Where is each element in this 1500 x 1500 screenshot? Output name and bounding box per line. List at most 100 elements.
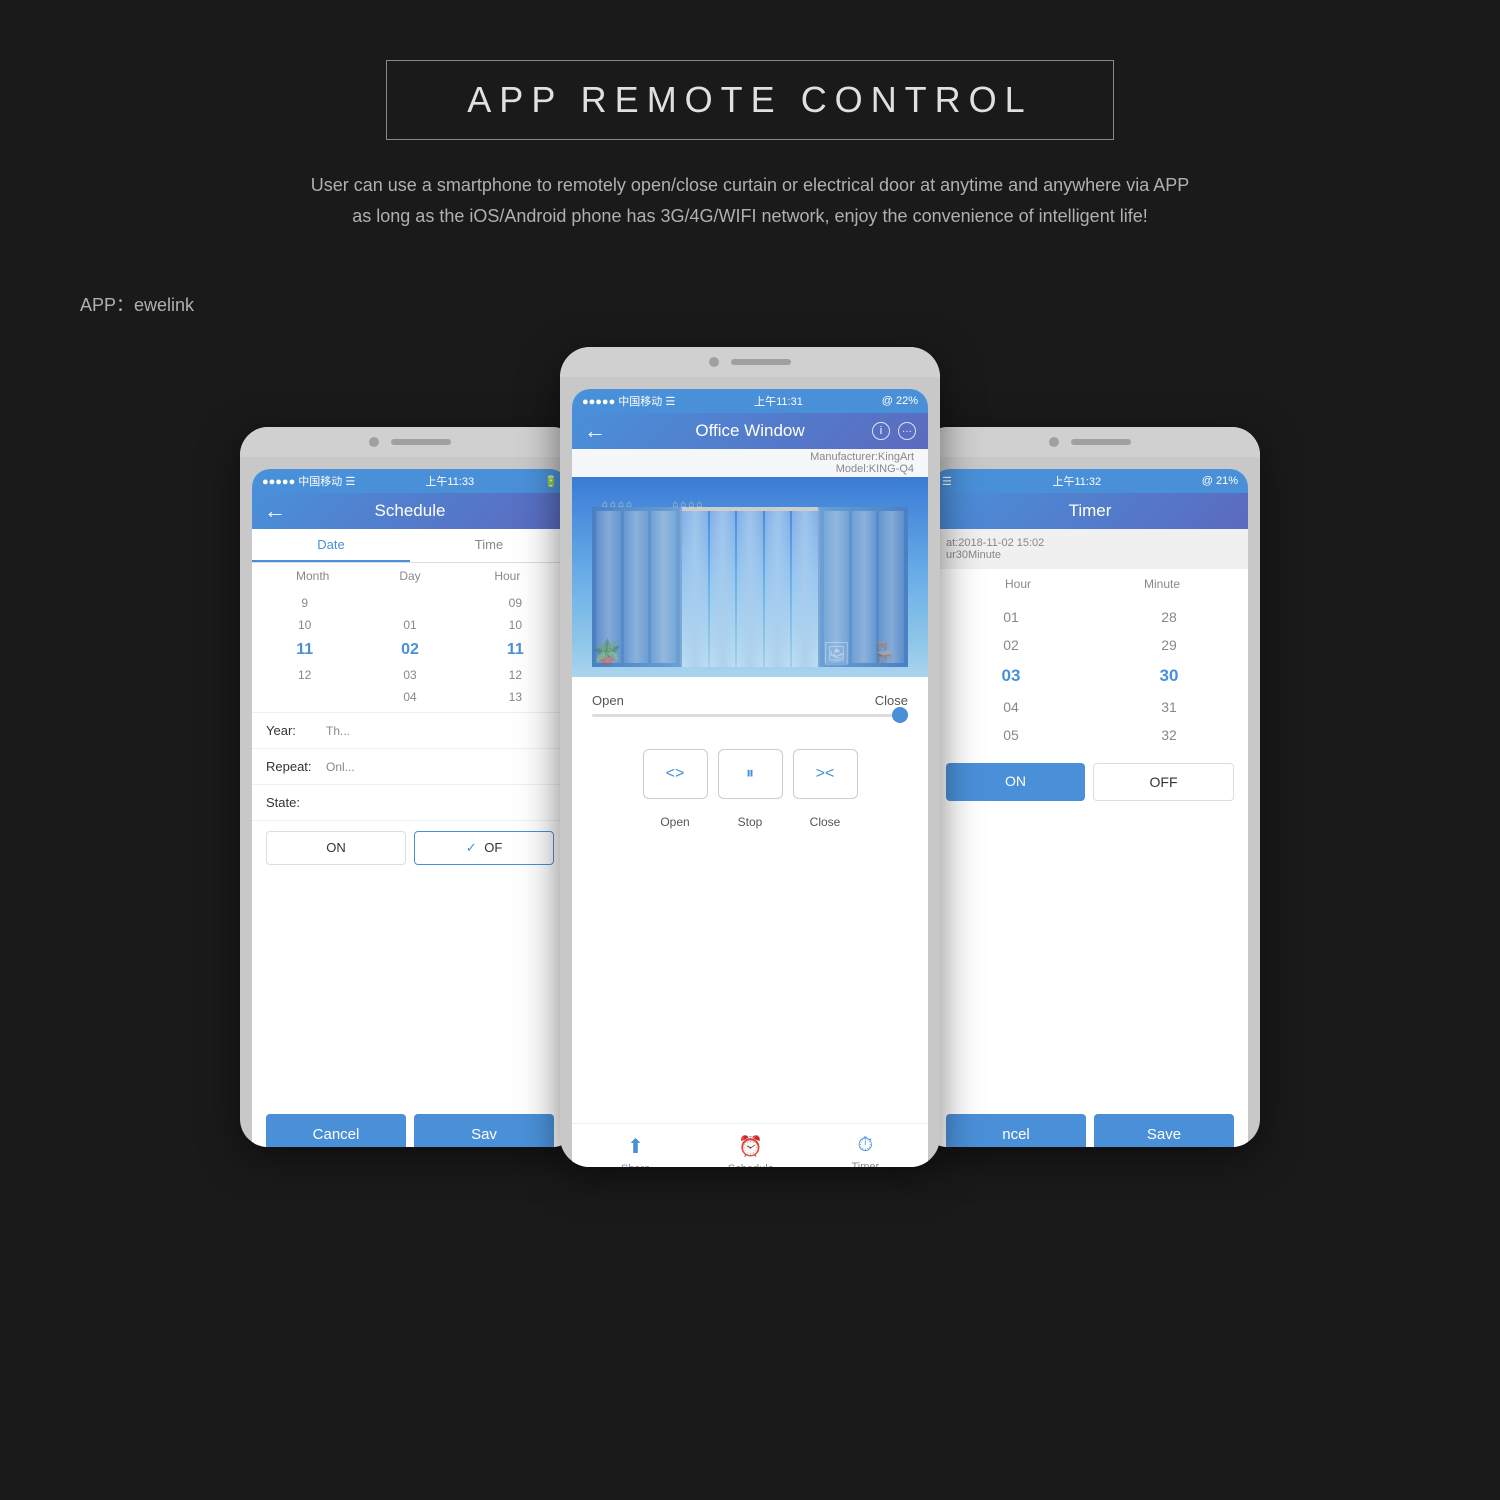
state-buttons: ON ✓ OF — [252, 821, 568, 875]
right-time: 上午11:32 — [1052, 473, 1101, 489]
center-header-title: Office Window — [695, 421, 804, 440]
left-back-arrow[interactable]: ← — [264, 498, 286, 524]
app-label: APP：ewelink — [0, 261, 1500, 327]
right-phone-camera — [1049, 437, 1059, 447]
more-icon[interactable]: ··· — [898, 422, 916, 440]
nav-share-label: Share — [621, 1163, 650, 1167]
time-picker: 01 02 03 04 05 28 29 30 31 32 — [932, 599, 1248, 753]
day-row-01: 01 — [357, 615, 462, 637]
right-wifi: ☰ — [942, 475, 952, 488]
year-row: Year: Th... — [252, 713, 568, 749]
on-off-buttons: ON OFF — [932, 753, 1248, 811]
nav-share[interactable]: ⬆ Share — [621, 1134, 650, 1167]
nav-schedule[interactable]: ⏰ Schedule — [728, 1134, 774, 1167]
minute-picker-col: 28 29 30 31 32 — [1090, 603, 1248, 749]
slider-track[interactable] — [592, 714, 908, 717]
nav-timer-label: Timer — [851, 1161, 879, 1167]
state-row-label: State: — [252, 785, 568, 821]
center-back-arrow[interactable]: ← — [584, 418, 606, 444]
close-button[interactable]: >< — [793, 749, 858, 799]
slider-open-label: Open — [592, 693, 624, 708]
save-button[interactable]: Sav — [414, 1114, 554, 1147]
col-month: 9 10 11 12 — [252, 593, 357, 708]
day-row-02[interactable]: 02 — [357, 636, 462, 665]
minute-col-header: Minute — [1090, 577, 1234, 591]
cancel-button[interactable]: Cancel — [266, 1114, 406, 1147]
furniture-icon: 🪑 — [871, 641, 898, 667]
phone-left-topbar — [240, 427, 580, 457]
phone-right-topbar — [920, 427, 1260, 457]
right-bottom-btns: ncel Save — [932, 1104, 1248, 1147]
state-on-btn[interactable]: ON — [266, 831, 406, 865]
left-phone-speaker — [391, 439, 451, 445]
month-row-12: 12 — [252, 665, 357, 687]
hour-01: 01 — [932, 603, 1090, 631]
nav-schedule-label: Schedule — [728, 1163, 774, 1167]
center-battery: @ 22% — [882, 395, 918, 407]
ctrl-labels: Open Stop Close — [572, 815, 928, 839]
month-row-10: 10 — [252, 615, 357, 637]
col-day: 01 02 03 04 — [357, 593, 462, 708]
phone-left-screen: ●●●●● 中国移动 ☰ 上午11:33 🔋 ← Schedule Date T… — [252, 469, 568, 1147]
tab-time[interactable]: Time — [410, 529, 568, 562]
center-time: 上午11:31 — [754, 393, 803, 409]
plant-icon: 🪴 — [592, 638, 622, 667]
bottom-nav: ⬆ Share ⏰ Schedule ⏱ Timer — [572, 1123, 928, 1167]
slider-thumb[interactable] — [892, 707, 908, 723]
center-phone-speaker — [731, 359, 791, 365]
phone-left: ●●●●● 中国移动 ☰ 上午11:33 🔋 ← Schedule Date T… — [240, 427, 580, 1147]
right-app-header: Timer — [932, 493, 1248, 529]
hour-02: 02 — [932, 631, 1090, 659]
col-day-header: Day — [361, 569, 458, 583]
month-row-11[interactable]: 11 — [252, 636, 357, 665]
day-row-04: 04 — [357, 687, 462, 709]
stop-icon: ⏸ — [746, 765, 754, 783]
title-box: APP REMOTE CONTROL — [386, 60, 1113, 140]
left-header-title: Schedule — [375, 501, 446, 520]
repeat-row: Repeat: Onl... — [252, 749, 568, 785]
hour-row-11[interactable]: 11 — [463, 636, 568, 665]
picker-header: Month Day Hour — [252, 563, 568, 589]
slider-area: Open Close — [572, 677, 928, 733]
schedule-icon: ⏰ — [738, 1134, 763, 1159]
phone-center-topbar — [560, 347, 940, 377]
model-name: Model:KING-Q4 — [586, 463, 914, 475]
off-button[interactable]: OFF — [1093, 763, 1234, 801]
hour-picker-col: 01 02 03 04 05 — [932, 603, 1090, 749]
timer-info-line1: at:2018-11-02 15:02 — [946, 537, 1234, 549]
tab-date[interactable]: Date — [252, 529, 410, 562]
state-off-btn[interactable]: ✓ OF — [414, 831, 554, 865]
hour-03[interactable]: 03 — [932, 659, 1090, 693]
minute-30[interactable]: 30 — [1090, 659, 1248, 693]
picture-icon: 🖼 — [823, 641, 851, 667]
hour-05: 05 — [932, 721, 1090, 749]
schedule-tabs: Date Time — [252, 529, 568, 563]
timer-info: at:2018-11-02 15:02 ur30Minute — [932, 529, 1248, 569]
repeat-label: Repeat: — [266, 759, 326, 774]
col-month-header: Month — [264, 569, 361, 583]
hour-04: 04 — [932, 693, 1090, 721]
left-battery: 🔋 — [544, 475, 558, 488]
right-save-button[interactable]: Save — [1094, 1114, 1234, 1147]
hour-row-10: 10 — [463, 615, 568, 637]
right-battery: @ 21% — [1202, 475, 1238, 487]
curtain-center-stripes — [682, 511, 818, 667]
state-label: State: — [266, 795, 326, 810]
header-section: APP REMOTE CONTROL User can use a smartp… — [0, 0, 1500, 261]
open-button[interactable]: <> — [643, 749, 708, 799]
slider-labels: Open Close — [592, 693, 908, 708]
nav-timer[interactable]: ⏱ Timer — [851, 1134, 879, 1167]
year-label: Year: — [266, 723, 326, 738]
phone-center-screen: ●●●●● 中国移动 ☰ 上午11:31 @ 22% ← Office Wind… — [572, 389, 928, 1167]
col-hour-header: Hour — [459, 569, 556, 583]
stop-button[interactable]: ⏸ — [718, 749, 783, 799]
minute-31: 31 — [1090, 693, 1248, 721]
left-status-bar: ●●●●● 中国移动 ☰ 上午11:33 🔋 — [252, 469, 568, 493]
left-carrier: ●●●●● 中国移动 ☰ — [262, 473, 355, 489]
right-cancel-button[interactable]: ncel — [946, 1114, 1086, 1147]
hour-row-13: 13 — [463, 687, 568, 709]
on-button[interactable]: ON — [946, 763, 1085, 801]
info-icon[interactable]: i — [872, 422, 890, 440]
center-phone-camera — [709, 357, 719, 367]
picker-cols: 9 10 11 12 01 02 03 04 09 10 11 — [252, 589, 568, 713]
